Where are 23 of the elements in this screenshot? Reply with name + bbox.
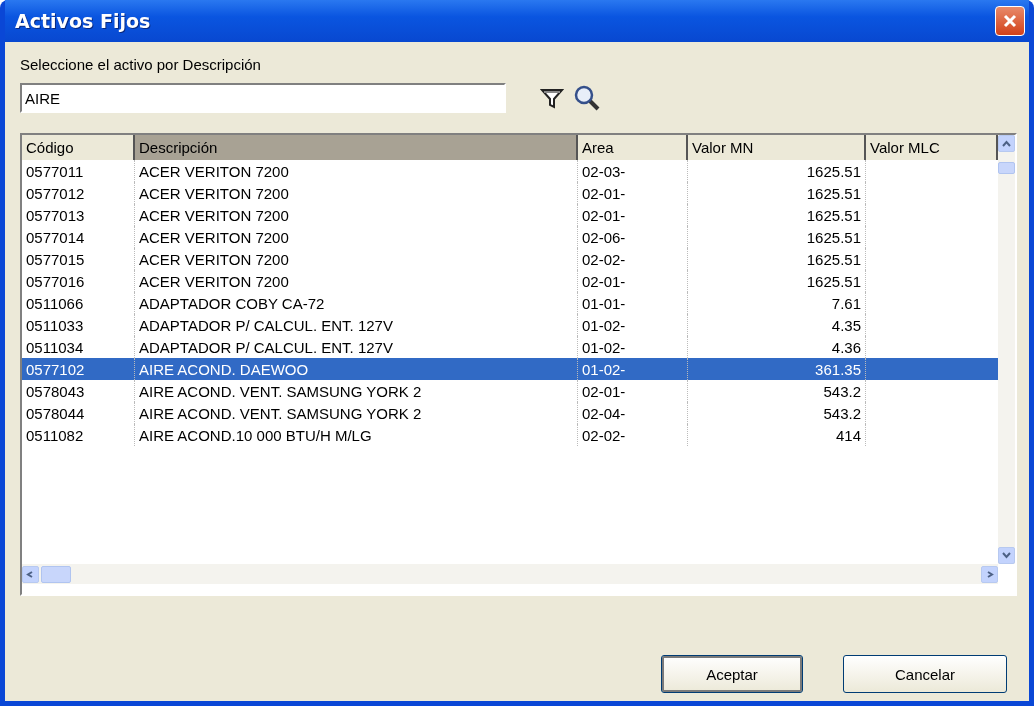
- search-field[interactable]: AIRE: [20, 83, 506, 113]
- column-header[interactable]: Código: [22, 135, 135, 160]
- search-icon[interactable]: [574, 85, 600, 111]
- accept-button[interactable]: Aceptar: [661, 655, 803, 693]
- table-cell: AIRE ACOND.10 000 BTU/H M/LG: [135, 424, 578, 446]
- column-header[interactable]: Valor MLC: [866, 135, 998, 160]
- cancel-button[interactable]: Cancelar: [843, 655, 1007, 693]
- vertical-scrollbar[interactable]: [998, 135, 1015, 564]
- table-cell: 02-02-: [578, 424, 688, 446]
- search-label: Seleccione el activo por Descripción: [20, 56, 262, 73]
- scroll-thumb[interactable]: [41, 565, 71, 583]
- column-header[interactable]: Area: [578, 135, 688, 160]
- window-title: Activos Fijos: [15, 10, 151, 32]
- close-icon: [1002, 13, 1018, 29]
- table-cell: 414: [688, 424, 866, 446]
- close-button[interactable]: [995, 6, 1025, 36]
- horizontal-scrollbar[interactable]: [22, 564, 998, 584]
- column-header[interactable]: Descripción: [135, 135, 578, 160]
- table-cell: 0511082: [22, 424, 135, 446]
- scroll-thumb[interactable]: [998, 162, 1015, 174]
- filter-icon[interactable]: [540, 87, 564, 109]
- table-row[interactable]: 0577102 AIRE ACOND. DAEWOO 01-02- 361.35: [22, 358, 998, 380]
- column-header[interactable]: Valor MN: [688, 135, 866, 160]
